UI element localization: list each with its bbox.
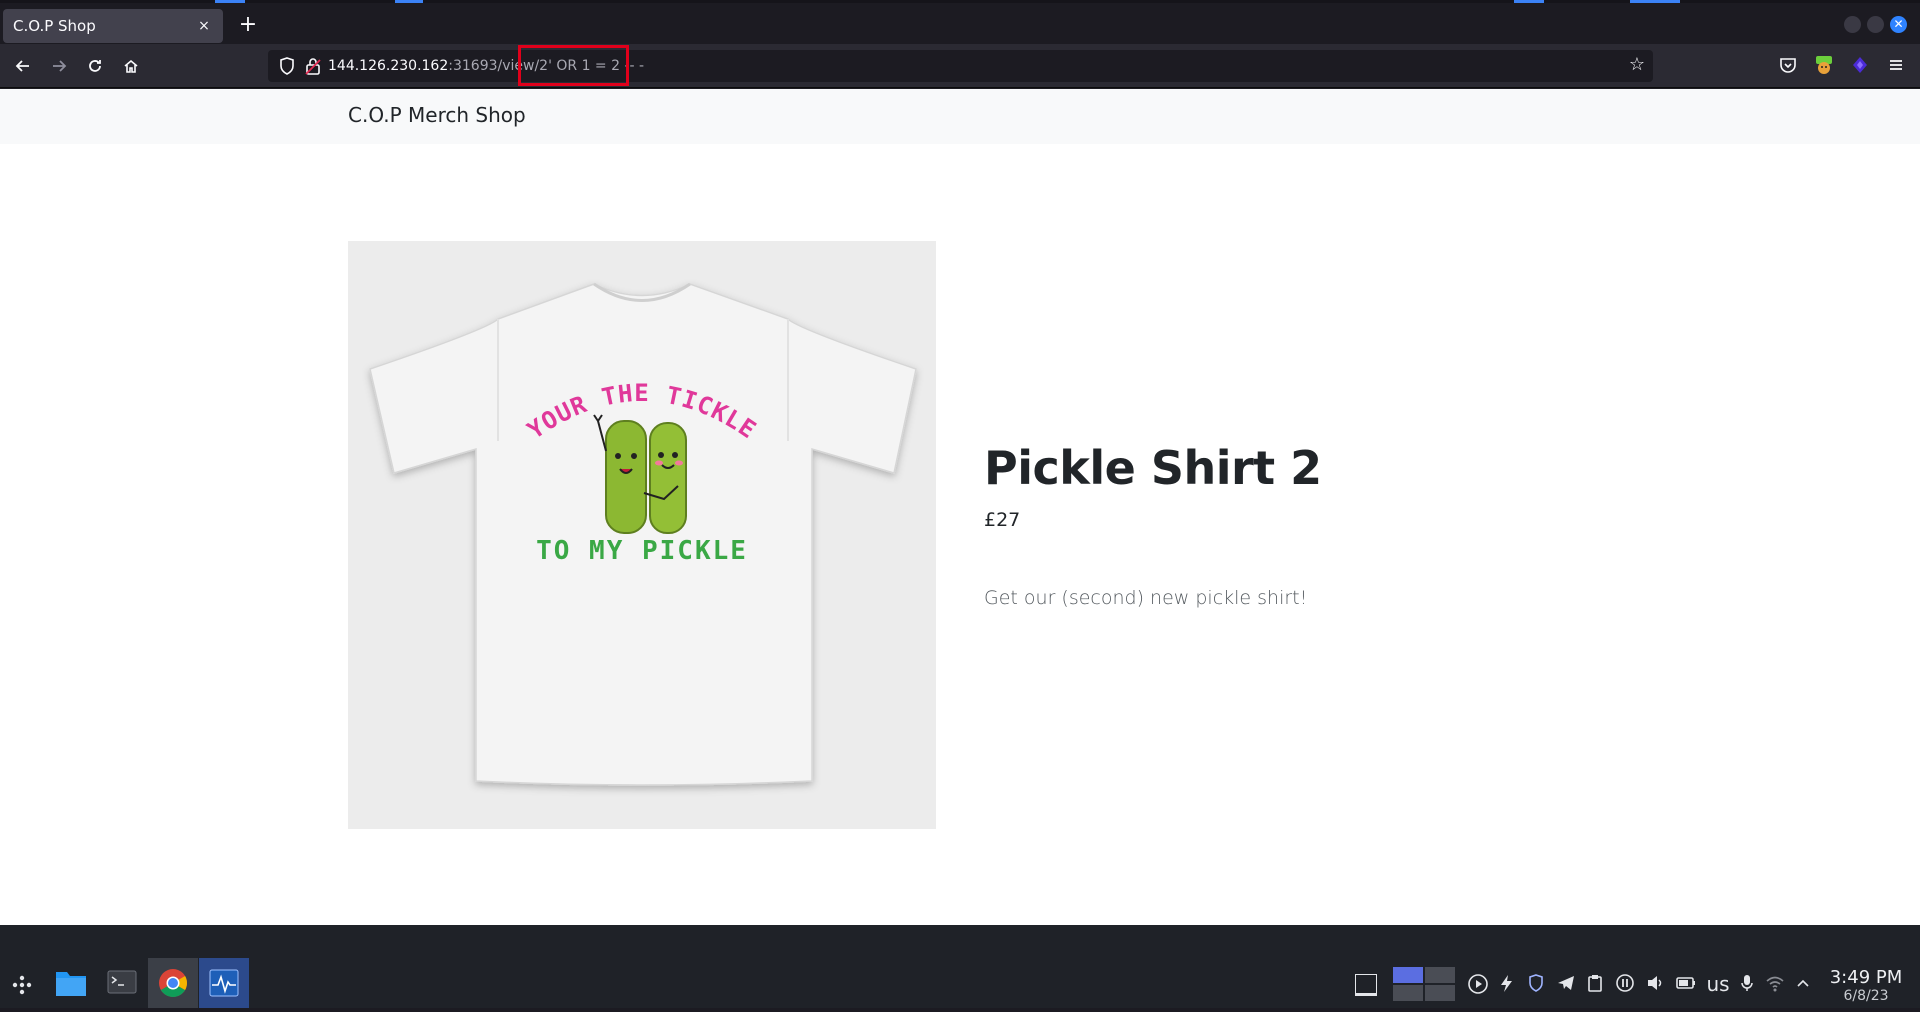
clock-date[interactable]: 6/8/23 xyxy=(1826,988,1906,1004)
vpn-shield-icon[interactable] xyxy=(1526,973,1546,995)
url-host: 144.126.230.162 xyxy=(328,58,449,74)
reload-button[interactable] xyxy=(81,52,109,80)
site-brand-link[interactable]: C.O.P Merch Shop xyxy=(348,103,526,127)
home-button[interactable] xyxy=(117,52,145,80)
clipboard-icon[interactable] xyxy=(1585,973,1605,995)
clock-time[interactable]: 3:49 PM xyxy=(1826,967,1906,988)
tab-title: C.O.P Shop xyxy=(13,17,96,35)
battery-icon[interactable] xyxy=(1674,973,1698,995)
forward-button[interactable] xyxy=(45,52,73,80)
show-desktop-button[interactable] xyxy=(1355,974,1377,996)
star-icon[interactable]: ☆ xyxy=(1629,54,1645,75)
shield-icon[interactable] xyxy=(278,56,296,76)
keyboard-layout[interactable]: us xyxy=(1702,973,1734,995)
terminal-icon xyxy=(107,970,137,994)
volume-icon[interactable] xyxy=(1644,973,1666,995)
tshirt-image: YOUR THE TICKLE TO MY PICKLE xyxy=(369,282,917,786)
taskbar: us 3:49 PM 6/8/23 xyxy=(0,925,1920,1008)
tab-bar-topline xyxy=(0,0,1920,3)
shirt-text-bottom: TO MY PICKLE xyxy=(536,536,748,566)
maximize-icon[interactable] xyxy=(1867,16,1884,33)
burp-icon[interactable] xyxy=(1813,54,1835,76)
new-tab-button[interactable]: + xyxy=(234,12,262,40)
chrome-icon xyxy=(159,969,187,997)
tray-expand-icon[interactable] xyxy=(1794,973,1812,995)
menu-icon[interactable] xyxy=(1885,54,1907,76)
wifi-icon[interactable] xyxy=(1764,973,1786,995)
home-icon xyxy=(124,59,138,73)
site-navbar: C.O.P Merch Shop xyxy=(0,89,1920,144)
system-monitor-icon xyxy=(209,969,239,997)
product-image: YOUR THE TICKLE TO MY PICKLE xyxy=(348,241,936,829)
taskbar-chrome[interactable] xyxy=(148,958,198,1008)
close-window-icon[interactable]: ✕ xyxy=(1890,16,1907,33)
extension-icon[interactable] xyxy=(1849,54,1871,76)
minimize-icon[interactable] xyxy=(1844,16,1861,33)
microphone-icon[interactable] xyxy=(1738,973,1756,995)
reload-icon xyxy=(89,60,101,72)
lock-icon[interactable] xyxy=(304,56,322,76)
telegram-icon[interactable] xyxy=(1555,973,1577,995)
back-button[interactable] xyxy=(9,52,37,80)
pocket-icon[interactable] xyxy=(1777,54,1799,76)
taskbar-system-monitor[interactable] xyxy=(199,958,249,1008)
pause-icon[interactable] xyxy=(1615,973,1635,995)
product-title: Pickle Shirt 2 xyxy=(984,441,1322,495)
annotation-highlight-box xyxy=(518,45,629,86)
app-launcher-icon[interactable] xyxy=(10,973,34,997)
power-icon[interactable] xyxy=(1496,973,1516,995)
product-description: Get our (second) new pickle shirt! xyxy=(984,587,1308,609)
folder-icon xyxy=(56,972,86,996)
media-play-icon[interactable] xyxy=(1466,973,1490,995)
tab-bar: C.O.P Shop × + ✕ xyxy=(0,0,1920,44)
taskbar-files[interactable] xyxy=(46,958,96,1008)
workspace-pager[interactable] xyxy=(1393,967,1455,1001)
product-price: £27 xyxy=(984,509,1021,531)
forward-icon xyxy=(53,60,67,72)
taskbar-terminal[interactable] xyxy=(97,958,147,1008)
tab-close-icon[interactable]: × xyxy=(195,18,213,34)
url-bar[interactable]: 144.126.230.162:31693/view/2' OR 1 = 2 -… xyxy=(268,45,1653,86)
web-page: C.O.P Merch Shop YOUR THE TICKLE TO MY P… xyxy=(0,89,1920,925)
back-icon xyxy=(15,60,29,72)
navigation-toolbar: 144.126.230.162:31693/view/2' OR 1 = 2 -… xyxy=(0,44,1920,88)
tab-active[interactable]: C.O.P Shop × xyxy=(3,9,223,43)
